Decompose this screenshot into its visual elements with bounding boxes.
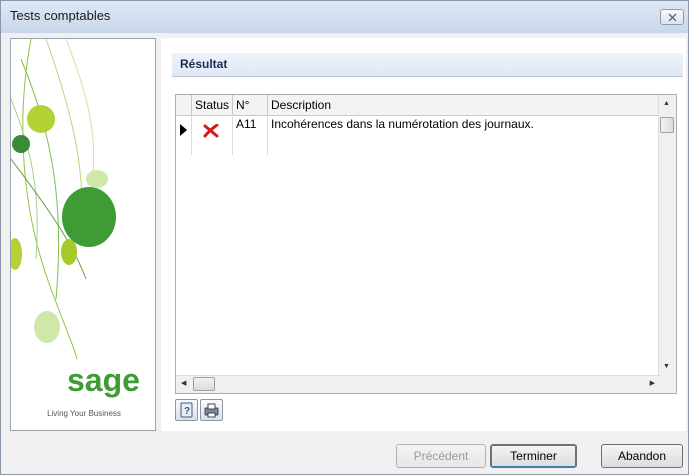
print-button[interactable] [200,399,223,421]
svg-text:?: ? [184,406,190,417]
help-book-icon: ? [180,402,193,418]
brand-tagline: Living Your Business [47,409,121,418]
row-selector[interactable] [176,115,192,155]
column-header-number[interactable]: N° [233,95,268,115]
description-cell: Incohérences dans la numérotation des jo… [268,115,664,155]
title-bar[interactable]: Tests comptables [1,1,688,33]
close-icon [668,13,677,22]
finish-button[interactable]: Terminer [490,444,577,468]
vertical-scrollbar[interactable]: ▲ ▼ [658,95,676,376]
window-title: Tests comptables [10,8,111,23]
result-section-header: Résultat [172,53,683,77]
error-x-icon [203,124,219,138]
previous-button[interactable]: Précédent [396,444,486,468]
current-row-arrow-icon [180,124,187,136]
scrollbar-corner [659,376,676,393]
printer-icon [204,403,219,418]
scroll-up-arrow-icon[interactable]: ▲ [663,99,670,109]
grid-header: Status N° Description [176,95,676,116]
dialog-window: Tests comptables sage Living Your Busine… [0,0,689,475]
horizontal-scrollbar[interactable]: ◀ ▶ [176,375,660,393]
scroll-down-arrow-icon[interactable]: ▼ [663,362,670,372]
dialog-footer: Précédent Terminer Abandon [1,434,688,474]
decorative-leaves-graphic [11,39,116,359]
scroll-left-arrow-icon[interactable]: ◀ [181,379,186,389]
table-row[interactable]: A11 Incohérences dans la numérotation de… [176,115,676,155]
abort-button[interactable]: Abandon [601,444,683,468]
row-selector-header [176,95,192,115]
horizontal-scroll-thumb[interactable] [193,377,215,391]
column-header-description[interactable]: Description [268,95,664,115]
help-button[interactable]: ? [175,399,198,421]
column-header-status[interactable]: Status [192,95,233,115]
number-cell: A11 [233,115,268,155]
results-grid[interactable]: Status N° Description A11 Incohérences d… [175,94,677,394]
close-button[interactable] [660,9,684,25]
main-content: Résultat Status N° Description A11 Incoh… [161,38,686,431]
svg-text:sage: sage [67,364,140,398]
branding-panel: sage Living Your Business [10,38,156,431]
scroll-right-arrow-icon[interactable]: ▶ [650,379,655,389]
vertical-scroll-thumb[interactable] [660,117,674,133]
status-cell [192,115,233,155]
section-title: Résultat [180,57,228,71]
sage-logo: sage [67,364,140,398]
